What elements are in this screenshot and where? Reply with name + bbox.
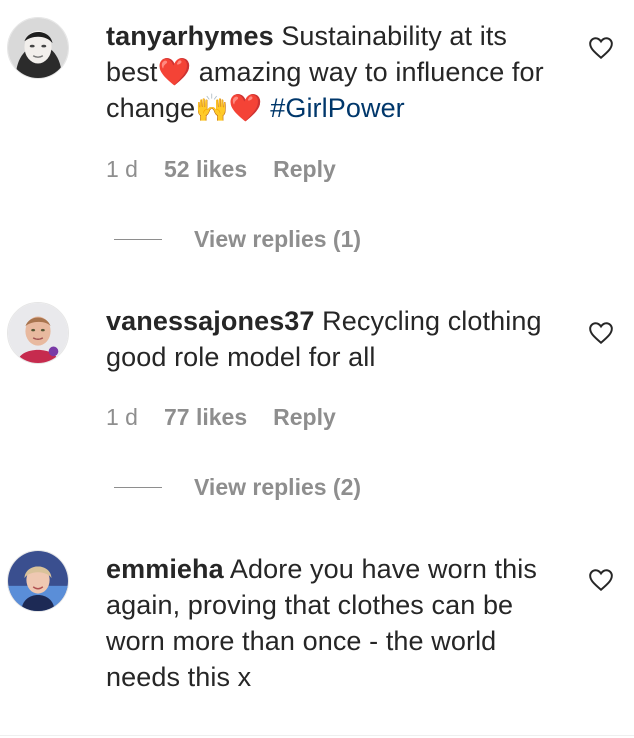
avatar[interactable] — [7, 302, 69, 364]
hashtag-link[interactable]: #GirlPower — [270, 93, 405, 123]
comment-age: 1 d — [106, 404, 138, 430]
avatar[interactable] — [7, 550, 69, 612]
avatar-image — [8, 551, 68, 611]
avatar[interactable] — [7, 17, 69, 79]
heart-emoji: ❤️ — [157, 57, 192, 87]
avatar-image — [8, 303, 68, 363]
reply-button[interactable]: Reply — [273, 404, 336, 431]
comment-username[interactable]: vanessajones37 — [106, 306, 315, 336]
comment-age: 1 d — [106, 156, 138, 182]
likes-count[interactable]: 52 likes — [164, 156, 247, 183]
comment-text: vanessajones37 Recycling clothing good r… — [106, 303, 561, 375]
avatar-image — [8, 18, 68, 78]
heart-emoji: ❤️ — [228, 93, 263, 123]
view-replies-label: View replies (2) — [194, 474, 362, 500]
reply-button[interactable]: Reply — [273, 156, 336, 183]
comment-text: tanyarhymes Sustainability at its best❤️… — [106, 18, 561, 126]
view-replies-button[interactable]: View replies (1) — [114, 226, 361, 253]
view-replies-button[interactable]: View replies (2) — [114, 474, 361, 501]
comment-username[interactable]: emmieha — [106, 554, 224, 584]
divider-line — [114, 487, 162, 488]
comment-text: emmieha Adore you have worn this again, … — [106, 551, 561, 695]
divider-line — [0, 735, 634, 736]
divider-line — [114, 239, 162, 240]
raising-hands-emoji: 🙌 — [195, 93, 229, 123]
heart-outline-icon[interactable] — [588, 567, 614, 593]
comment-meta: 1 d 52 likes Reply — [106, 156, 336, 183]
heart-outline-icon[interactable] — [588, 35, 614, 61]
heart-outline-icon[interactable] — [588, 320, 614, 346]
comment-meta: 1 d 77 likes Reply — [106, 404, 336, 431]
comment-username[interactable]: tanyarhymes — [106, 21, 274, 51]
likes-count[interactable]: 77 likes — [164, 404, 247, 431]
view-replies-label: View replies (1) — [194, 226, 362, 252]
